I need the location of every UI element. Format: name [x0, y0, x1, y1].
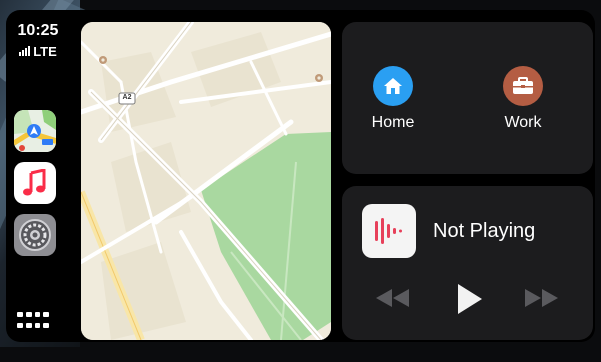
waveform-icon	[375, 218, 402, 244]
house-icon	[384, 78, 402, 94]
settings-app-icon[interactable]	[14, 214, 56, 256]
maps-icon	[14, 110, 56, 152]
road-label: A2	[122, 94, 132, 101]
gear-icon	[19, 219, 51, 251]
signal-bars-icon	[19, 44, 31, 59]
work-label: Work	[504, 114, 542, 131]
network-label: LTE	[33, 44, 57, 59]
status-signal: LTE	[8, 44, 68, 59]
music-app-icon[interactable]	[14, 162, 56, 204]
album-art	[362, 204, 416, 258]
map-canvas	[81, 22, 331, 340]
maps-app-icon[interactable]	[14, 110, 56, 152]
home-icon-circle	[373, 66, 413, 106]
destinations-panel: Home Work	[342, 22, 593, 174]
briefcase-icon	[513, 77, 533, 94]
home-label: Home	[371, 114, 415, 131]
play-button[interactable]	[456, 284, 482, 319]
work-icon-circle	[503, 66, 543, 106]
now-playing-panel[interactable]: Not Playing	[342, 186, 593, 340]
previous-button[interactable]	[376, 289, 410, 312]
status-time: 10:25	[17, 22, 59, 39]
app-grid-icon[interactable]	[17, 312, 49, 330]
sidebar: 10:25 LTE	[6, 10, 72, 342]
home-destination-button[interactable]: Home	[348, 66, 438, 132]
work-destination-button[interactable]: Work	[478, 66, 568, 132]
next-icon	[525, 289, 558, 307]
play-icon	[458, 284, 482, 314]
next-button[interactable]	[524, 289, 558, 312]
music-note-icon	[23, 169, 46, 196]
carplay-screen: 10:25 LTE A2 Home Work Not Playing	[6, 10, 595, 342]
previous-icon	[376, 289, 409, 307]
now-playing-title: Not Playing	[433, 220, 536, 242]
map-view[interactable]: A2	[81, 22, 331, 340]
